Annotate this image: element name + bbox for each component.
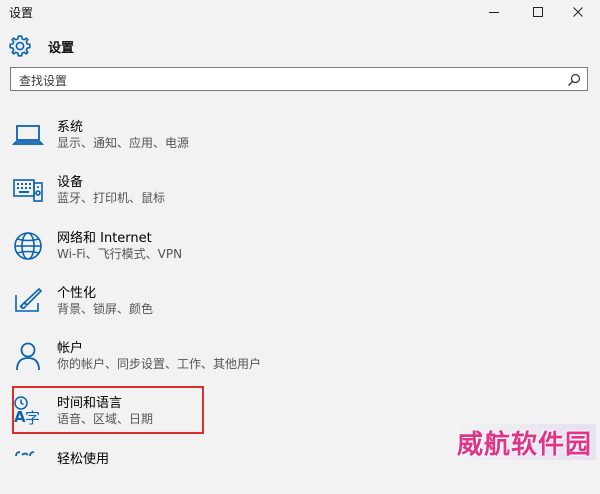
category-time-language[interactable]: A 字 时间和语言 语音、区域、日期 [0,392,420,438]
window-title: 设置 [9,6,34,20]
search-icon[interactable] [566,72,582,88]
minimize-icon [489,12,499,13]
time-language-icon: A 字 [14,396,40,427]
category-system[interactable]: 系统 显示、通知、应用、电源 [0,116,420,162]
category-name: 个性化 [57,286,97,301]
page-title: 设置 [48,40,75,56]
svg-text:字: 字 [25,409,40,427]
close-icon [573,7,583,17]
personalization-icon [15,287,43,312]
category-accounts[interactable]: 帐户 你的帐户、同步设置、工作、其他用户 [0,337,420,383]
category-desc: 显示、通知、应用、电源 [57,136,190,150]
category-name: 系统 [57,120,84,135]
maximize-button[interactable] [516,0,560,24]
category-name: 轻松使用 [57,452,110,467]
category-name: 网络和 Internet [57,231,152,246]
category-name: 时间和语言 [57,396,123,411]
gear-icon [9,35,31,57]
category-desc: 蓝牙、打印机、鼠标 [57,191,166,205]
person-icon [16,342,40,371]
globe-icon [14,232,42,260]
ease-of-access-icon [15,451,35,457]
category-devices[interactable]: 设备 蓝牙、打印机、鼠标 [0,171,420,217]
category-personalization[interactable]: 个性化 背景、锁屏、颜色 [0,282,420,328]
search-box[interactable]: 查找设置 [10,67,588,91]
app-header: 设置 [8,33,74,59]
category-desc: 背景、锁屏、颜色 [57,302,154,316]
watermark-text: 威航软件园 [456,430,592,460]
keyboard-device-icon [13,179,43,202]
close-button[interactable] [556,0,600,24]
category-desc: 你的帐户、同步设置、工作、其他用户 [57,357,262,371]
category-ease-of-access[interactable]: 轻松使用 [0,448,420,494]
category-desc: Wi-Fi、飞行模式、VPN [57,247,183,261]
category-desc: 语音、区域、日期 [57,412,154,426]
category-name: 帐户 [57,341,84,356]
watermark: 威航软件园 [456,424,596,460]
maximize-icon [533,7,543,17]
search-input[interactable]: 查找设置 [19,72,67,89]
category-name: 设备 [57,175,84,190]
category-network[interactable]: 网络和 Internet Wi-Fi、飞行模式、VPN [0,227,420,273]
laptop-icon [12,125,44,145]
minimize-button[interactable] [472,0,516,24]
window-titlebar[interactable]: 设置 [0,0,600,24]
